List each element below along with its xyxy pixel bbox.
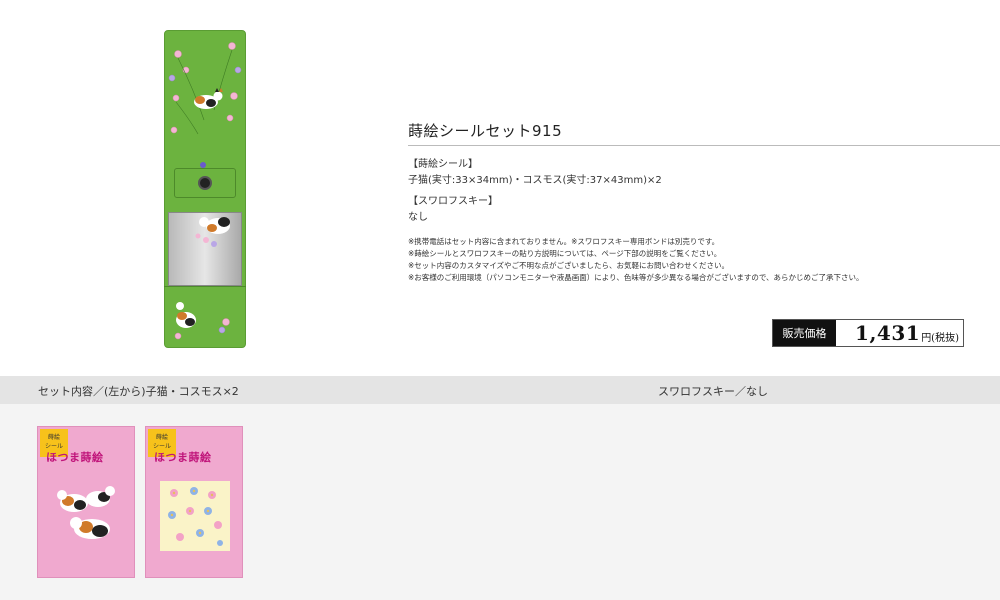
swarovski-heading: スワロフスキー／なし: [658, 385, 768, 398]
kitten-sticker-art: [57, 486, 115, 539]
price-unit: 円(税抜): [921, 332, 959, 344]
product-title: 蒔絵シールセット915: [408, 122, 563, 140]
note-item: ※携帯電話はセット内容に含まれておりません。※スワロフスキー専用ボンドは別売りで…: [408, 237, 720, 246]
price-value-area: 1,431 円(税抜): [836, 320, 963, 346]
price-label: 販売価格: [773, 320, 836, 346]
product-image-phone: [164, 30, 246, 348]
set-contents-heading: セット内容／(左から)子猫・コスモス×2: [38, 385, 239, 398]
product-detail-area: 蒔絵シールセット915 【蒔絵シール】 子猫(実寸:33×34mm)・コスモス(…: [0, 0, 1000, 376]
section-text-swarovski: なし: [408, 212, 428, 223]
package-tag-text: 蒔絵 シール: [152, 434, 171, 450]
package-brand-name: ほつま蒔絵: [46, 451, 104, 464]
note-item: ※セット内容のカスタマイズやご不明な点がございましたら、お気軽にお問い合わせくだ…: [408, 261, 730, 270]
title-divider: [408, 145, 1000, 146]
cosmos-sticker-art: [160, 481, 230, 551]
package-brand-name: ほつま蒔絵: [154, 451, 212, 464]
section-label-makie-sticker: 【蒔絵シール】: [408, 159, 478, 170]
sticker-package-kitten: 蒔絵 シール ほつま蒔絵: [37, 426, 135, 578]
phone-sticker-art: [168, 42, 242, 340]
note-item: ※蒔絵シールとスワロフスキーの貼り方説明については、ページ下部の説明をご覧くださ…: [408, 249, 722, 258]
price-amount: 1,431: [855, 321, 921, 345]
price-box: 販売価格 1,431 円(税抜): [772, 319, 964, 347]
notes-list: ※携帯電話はセット内容に含まれておりません。※スワロフスキー専用ボンドは別売りで…: [408, 236, 988, 284]
section-label-swarovski: 【スワロフスキー】: [408, 196, 498, 207]
section-text-makie-sticker: 子猫(実寸:33×34mm)・コスモス(実寸:37×43mm)×2: [408, 175, 662, 186]
sticker-package-cosmos: 蒔絵 シール ほつま蒔絵: [145, 426, 243, 578]
package-tag-text: 蒔絵 シール: [44, 434, 63, 450]
note-item: ※お客様のご利用環境（パソコンモニターや液晶画面）により、色味等が多少異なる場合…: [408, 273, 864, 282]
